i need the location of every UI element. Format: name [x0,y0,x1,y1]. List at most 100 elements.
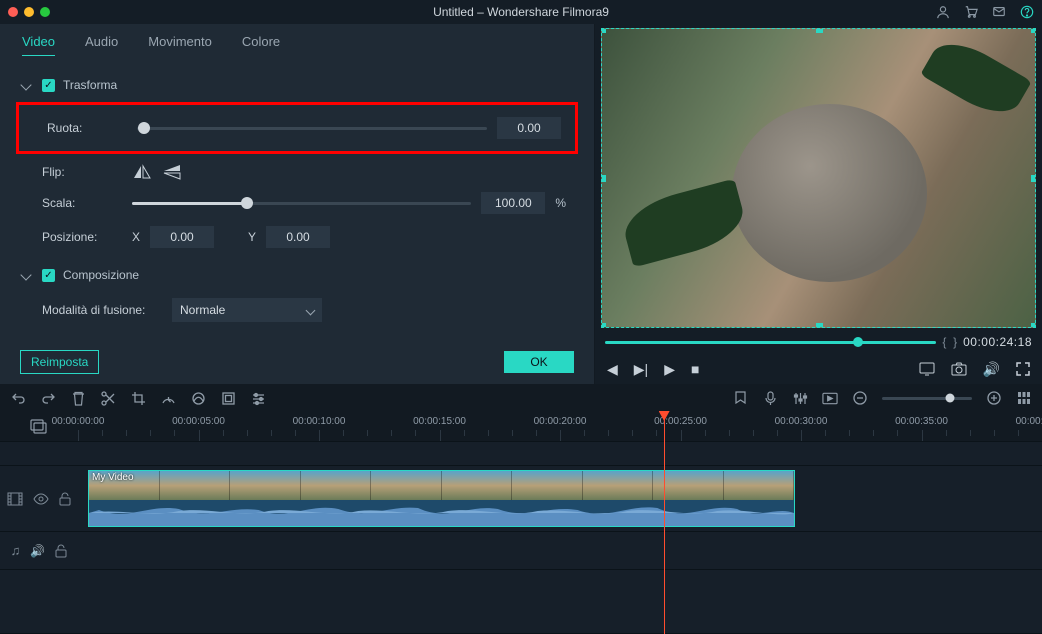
window-title: Untitled – Wondershare Filmora9 [433,5,609,19]
crop-icon[interactable] [130,390,146,406]
flip-vertical-icon[interactable] [162,164,182,180]
blend-mode-select[interactable]: Normale [172,298,322,322]
zoom-in-icon[interactable] [986,390,1002,406]
lock-icon[interactable] [55,544,67,558]
track-manager-icon[interactable] [1016,390,1032,406]
account-icon[interactable] [936,5,950,19]
resize-handle[interactable] [601,175,606,182]
minimize-window-button[interactable] [24,7,34,17]
ruler-label: 00:00:00:00 [52,416,105,427]
stop-button[interactable]: ■ [691,361,699,377]
flip-horizontal-icon[interactable] [132,164,152,180]
quality-icon[interactable] [919,362,935,376]
ok-button[interactable]: OK [504,351,574,373]
transform-checkbox[interactable]: ✓ [42,79,55,92]
ruler-label: 00:00:30:00 [775,416,828,427]
properties-tabs: Video Audio Movimento Colore [0,24,594,62]
preview-scrubber[interactable] [605,341,936,344]
scale-input[interactable] [481,192,545,214]
section-compositing-label: Composizione [63,268,139,282]
record-icon[interactable] [762,390,778,406]
ruler-label: 00:00:40:00 [1016,416,1042,427]
resize-handle[interactable] [601,323,606,328]
mixer-icon[interactable] [792,390,808,406]
help-icon[interactable] [1020,5,1034,19]
tab-video[interactable]: Video [22,34,55,56]
ruler-label: 00:00:25:00 [654,416,707,427]
greenscreen-icon[interactable] [220,390,236,406]
playhead[interactable] [664,412,665,634]
posy-label: Y [248,230,256,244]
play-button[interactable]: ▶ [664,361,675,378]
flip-label: Flip: [42,165,122,179]
compositing-checkbox[interactable]: ✓ [42,269,55,282]
preview-viewport[interactable] [601,28,1036,328]
position-x-input[interactable] [150,226,214,248]
delete-icon[interactable] [70,390,86,406]
tab-audio[interactable]: Audio [85,34,118,56]
properties-panel: Video Audio Movimento Colore ✓ Trasforma… [0,24,595,384]
zoom-slider[interactable] [882,397,972,400]
scale-unit: % [555,196,566,210]
undo-icon[interactable] [10,390,26,406]
cart-icon[interactable] [964,5,978,19]
resize-handle[interactable] [816,28,823,33]
rotate-label: Ruota: [47,121,127,135]
film-icon[interactable] [7,492,23,506]
music-icon[interactable]: ♫ [11,543,21,558]
blend-mode-label: Modalità di fusione: [42,303,162,317]
render-icon[interactable] [822,390,838,406]
section-transform-header[interactable]: ✓ Trasforma [22,78,572,92]
color-icon[interactable] [190,390,206,406]
video-clip[interactable]: My Video [88,470,795,527]
audio-mute-icon[interactable]: 🔊 [30,544,45,558]
close-window-button[interactable] [8,7,18,17]
audio-track-body[interactable] [78,532,1042,569]
redo-icon[interactable] [40,390,56,406]
lock-icon[interactable] [59,492,71,506]
tab-color[interactable]: Colore [242,34,280,56]
resize-handle[interactable] [816,323,823,328]
timeline-ruler[interactable]: 00:00:00:0000:00:05:0000:00:10:0000:00:1… [0,412,1042,442]
video-track-body[interactable]: My Video [78,466,1042,531]
message-icon[interactable] [992,5,1006,19]
fullscreen-icon[interactable] [1016,362,1030,376]
titlebar-actions [936,5,1034,19]
speed-icon[interactable] [160,390,176,406]
snapshot-icon[interactable] [951,362,967,376]
visibility-icon[interactable] [33,493,49,505]
split-icon[interactable] [100,390,116,406]
ruler-label: 00:00:15:00 [413,416,466,427]
preview-content [921,31,1033,124]
reset-button[interactable]: Reimposta [20,350,99,374]
position-y-input[interactable] [266,226,330,248]
adjust-icon[interactable] [250,390,266,406]
preview-panel: { } 00:00:24:18 ◀ ▶| ▶ ■ 🔊 [595,24,1042,384]
rotate-input[interactable] [497,117,561,139]
prev-frame-button[interactable]: ◀ [607,361,618,378]
audio-track: ♫ 🔊 [0,532,1042,570]
section-compositing-header[interactable]: ✓ Composizione [22,268,572,282]
preview-content [732,104,927,283]
maximize-window-button[interactable] [40,7,50,17]
tab-motion[interactable]: Movimento [148,34,212,56]
scale-slider[interactable] [132,202,471,205]
audio-track-head: ♫ 🔊 [0,532,78,569]
position-label: Posizione: [42,230,122,244]
rotate-slider[interactable] [137,127,487,130]
media-track-icon[interactable] [30,419,48,435]
blend-mode-value: Normale [180,303,225,317]
empty-track [0,570,1042,634]
clip-waveform [89,500,794,526]
timeline: 00:00:00:0000:00:05:0000:00:10:0000:00:1… [0,412,1042,634]
marker-icon[interactable] [732,390,748,406]
resize-handle[interactable] [1031,28,1036,33]
chevron-down-icon [20,269,31,280]
step-forward-button[interactable]: ▶| [634,361,648,378]
volume-icon[interactable]: 🔊 [983,361,1000,378]
spacer-track [0,442,1042,466]
zoom-out-icon[interactable] [852,390,868,406]
resize-handle[interactable] [601,28,606,33]
resize-handle[interactable] [1031,175,1036,182]
resize-handle[interactable] [1031,323,1036,328]
